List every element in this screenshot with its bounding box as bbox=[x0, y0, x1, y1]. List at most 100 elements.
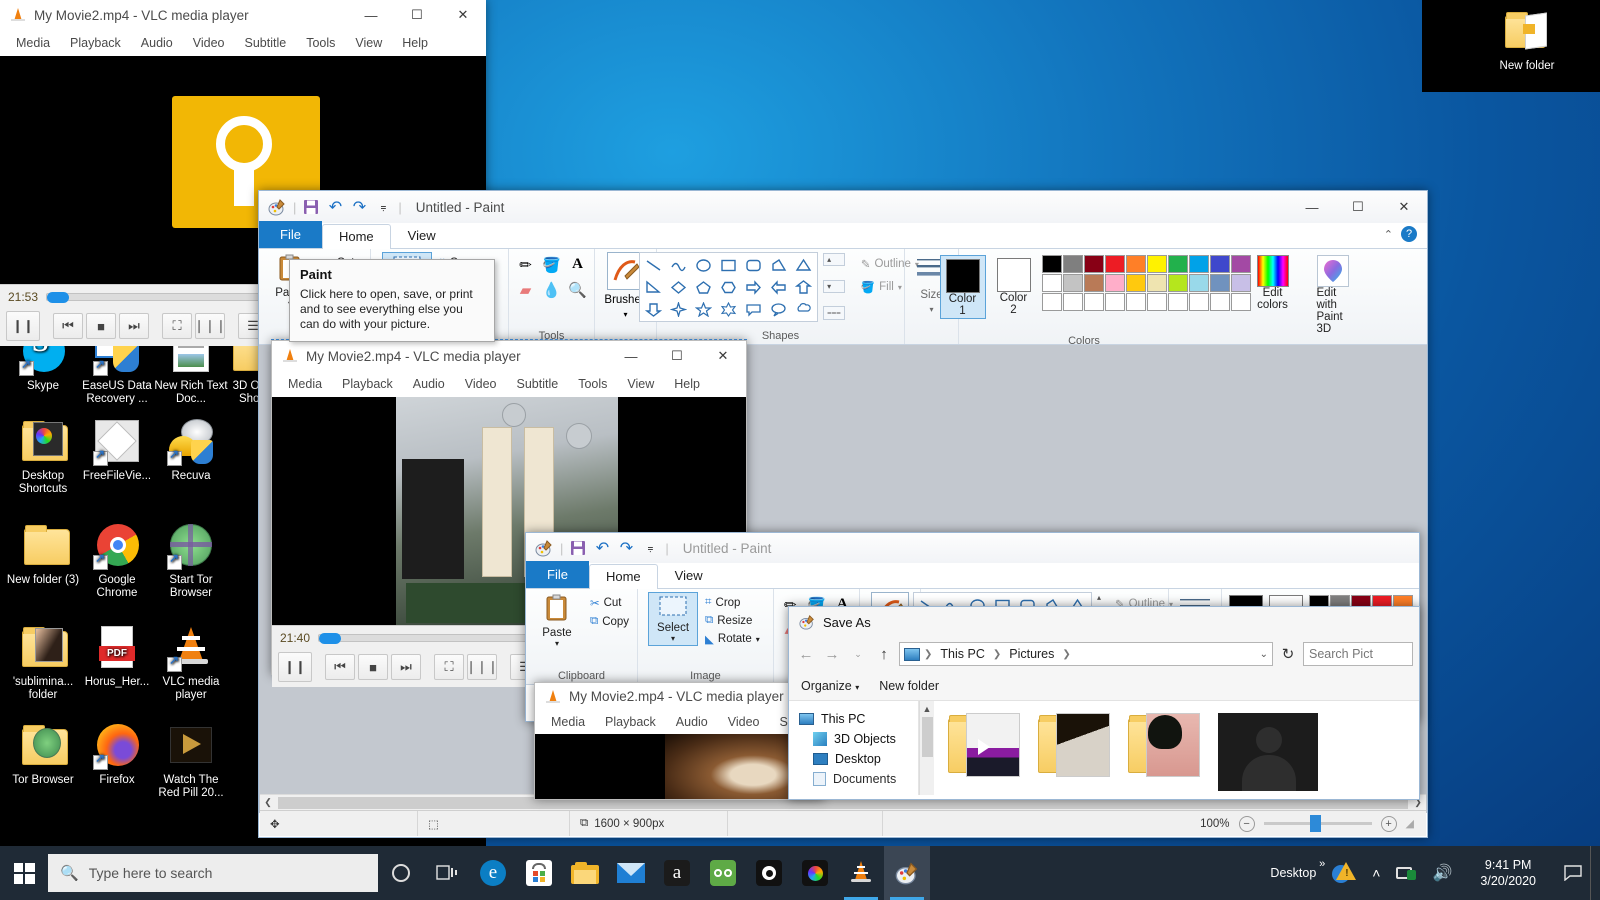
minimize-button[interactable]: — bbox=[1289, 191, 1335, 223]
new-folder-button[interactable]: New folder bbox=[879, 679, 939, 693]
previous-button[interactable]: ⏮ bbox=[325, 654, 355, 680]
shape-left-arrow-icon[interactable] bbox=[766, 276, 791, 298]
palette-swatch-empty[interactable] bbox=[1083, 293, 1104, 311]
desktop-icon-new-folder-3[interactable]: New folder (3) bbox=[6, 522, 80, 587]
palette-swatch[interactable] bbox=[1209, 255, 1230, 273]
shape-right-triangle-icon[interactable] bbox=[641, 276, 666, 298]
palette-swatch[interactable] bbox=[1125, 274, 1146, 292]
navpane-scroll-thumb[interactable] bbox=[922, 717, 933, 757]
shapes-scroll-down-icon[interactable]: ▾ bbox=[823, 279, 845, 293]
palette-swatch[interactable] bbox=[1230, 255, 1251, 273]
palette-swatch[interactable] bbox=[1167, 274, 1188, 292]
desktop-icon-subliminal-folder[interactable]: 'sublimina... folder bbox=[6, 624, 80, 702]
palette-swatch[interactable] bbox=[1146, 255, 1167, 273]
shape-triangle-icon[interactable] bbox=[791, 254, 816, 276]
shape-rounded-rectangle-icon[interactable] bbox=[741, 254, 766, 276]
palette-swatch[interactable] bbox=[1104, 274, 1125, 292]
menu-help[interactable]: Help bbox=[392, 33, 438, 53]
paint3d-icon[interactable] bbox=[1316, 255, 1349, 287]
menu-view[interactable]: View bbox=[617, 374, 664, 394]
fullscreen-button[interactable]: ⛶ bbox=[162, 313, 192, 339]
palette-swatch[interactable] bbox=[1083, 274, 1104, 292]
organize-button[interactable]: Organize ▾ bbox=[801, 679, 859, 693]
file-tile[interactable] bbox=[948, 713, 1022, 799]
vlc3-video-surface[interactable] bbox=[535, 734, 823, 799]
colors-body[interactable]: Color 1 Color 2 Edit colors Edit with Pa… bbox=[939, 252, 1349, 335]
cyberlink-icon[interactable] bbox=[792, 846, 838, 900]
vlc2-menubar[interactable]: Media Playback Audio Video Subtitle Tool… bbox=[272, 371, 746, 397]
palette-swatch[interactable] bbox=[1167, 255, 1188, 273]
next-button[interactable]: ⏭ bbox=[119, 313, 149, 339]
tools-body[interactable]: ✏ 🪣 A ▰ 💧 🔍 bbox=[513, 252, 591, 330]
resize-grip-icon[interactable]: ◢ bbox=[1406, 817, 1414, 830]
action-center-icon[interactable] bbox=[1556, 846, 1590, 900]
desktop-icon-freefileviewer[interactable]: FreeFileVie... bbox=[80, 418, 154, 483]
tab-home[interactable]: Home bbox=[321, 224, 391, 249]
palette-swatch[interactable] bbox=[1125, 255, 1146, 273]
saveas-navigation-pane[interactable]: This PC 3D Objects Desktop Documents bbox=[789, 701, 919, 795]
desktop-icon-watch-the-red-pill[interactable]: Watch The Red Pill 20... bbox=[154, 722, 228, 800]
eraser-icon[interactable]: ▰ bbox=[513, 277, 539, 302]
saveas-titlebar[interactable]: Save As bbox=[789, 607, 1419, 637]
shapes-expand-icon[interactable]: ⩶ bbox=[823, 306, 845, 320]
maximize-button[interactable]: ☐ bbox=[394, 0, 440, 30]
menu-media[interactable]: Media bbox=[6, 33, 60, 53]
vlc-window-3[interactable]: My Movie2.mp4 - VLC media player Media P… bbox=[534, 682, 824, 800]
saveas-body[interactable]: This PC 3D Objects Desktop Documents ▲ bbox=[789, 701, 1419, 795]
palette-swatch[interactable] bbox=[1062, 255, 1083, 273]
desktop-icon-horus-pdf[interactable]: PDF Horus_Her... bbox=[80, 624, 154, 689]
show-desktop-button[interactable] bbox=[1590, 846, 1600, 900]
palette-swatch[interactable] bbox=[1083, 255, 1104, 273]
mail-icon[interactable] bbox=[608, 846, 654, 900]
menu-audio[interactable]: Audio bbox=[403, 374, 455, 394]
menu-video[interactable]: Video bbox=[718, 712, 770, 732]
paint2-quick-access-toolbar[interactable]: | ↶ ↷ ⩦ | Untitled - Paint bbox=[526, 533, 1419, 563]
paint1-quick-access-toolbar[interactable]: | ↶ ↷ ⩦ | Untitled - Paint — ☐ ✕ bbox=[259, 191, 1427, 223]
shape-cloud-callout-icon[interactable] bbox=[791, 298, 816, 320]
undo-icon[interactable]: ↶ bbox=[593, 539, 611, 557]
address-bar[interactable]: ❯ This PC ❯ Pictures ❯ ⌄ bbox=[899, 642, 1273, 666]
zoom-slider-handle[interactable] bbox=[1309, 815, 1321, 832]
saveas-command-bar[interactable]: Organize ▾ New folder bbox=[789, 671, 1419, 701]
zoom-slider[interactable] bbox=[1263, 815, 1372, 832]
vlc-icon[interactable] bbox=[838, 846, 884, 900]
cortana-icon[interactable] bbox=[378, 846, 424, 900]
customize-quick-access-icon[interactable]: ⩦ bbox=[374, 198, 392, 216]
color2-selector[interactable]: Color 2 bbox=[992, 255, 1036, 317]
chevron-down-icon[interactable]: ▾ bbox=[756, 635, 760, 644]
customize-quick-access-icon[interactable]: ⩦ bbox=[641, 539, 659, 557]
breadcrumb-this-pc[interactable]: This PC bbox=[936, 646, 988, 662]
image-body[interactable]: Select ▾ ⌗Crop ⧉Resize ◣Rotate ▾ bbox=[648, 592, 763, 670]
edge-icon[interactable]: e bbox=[470, 846, 516, 900]
palette-swatch-empty[interactable] bbox=[1230, 293, 1251, 311]
fill-with-color-icon[interactable]: 🪣 bbox=[539, 252, 565, 277]
chevron-down-icon[interactable]: ▾ bbox=[929, 305, 933, 314]
shape-five-point-star-icon[interactable] bbox=[691, 298, 716, 320]
warning-icon[interactable]: ! bbox=[1324, 846, 1364, 900]
menu-subtitle[interactable]: Subtitle bbox=[235, 33, 297, 53]
chevron-down-icon[interactable]: ▾ bbox=[555, 639, 559, 648]
redo-icon[interactable]: ↷ bbox=[617, 539, 635, 557]
webcam-icon[interactable] bbox=[746, 846, 792, 900]
vlc1-window-controls[interactable]: — ☐ ✕ bbox=[348, 0, 486, 30]
palette-swatch-empty[interactable] bbox=[1041, 293, 1062, 311]
amazon-icon[interactable]: a bbox=[654, 846, 700, 900]
pencil-icon[interactable]: ✏ bbox=[513, 252, 539, 277]
menu-view[interactable]: View bbox=[345, 33, 392, 53]
system-tray[interactable]: Desktop » ! ˄ 🔊 9:41 PM 3/20/2020 bbox=[1262, 846, 1600, 900]
tab-view[interactable]: View bbox=[391, 223, 453, 248]
paint1-window-controls[interactable]: — ☐ ✕ bbox=[1289, 191, 1427, 223]
menu-help[interactable]: Help bbox=[664, 374, 710, 394]
shape-polygon-icon[interactable] bbox=[766, 254, 791, 276]
desktop-icon-tor-browser-folder[interactable]: Tor Browser bbox=[6, 722, 80, 787]
play-pause-button[interactable]: ❙❙ bbox=[278, 652, 312, 682]
tab-file[interactable]: File bbox=[259, 221, 322, 248]
menu-playback[interactable]: Playback bbox=[60, 33, 131, 53]
paint-icon[interactable] bbox=[884, 846, 930, 900]
tree-item-3d-objects[interactable]: 3D Objects bbox=[797, 729, 918, 749]
desktop-icon-start-tor-browser[interactable]: Start Tor Browser bbox=[154, 522, 228, 600]
resize-button[interactable]: ⧉Resize bbox=[702, 613, 763, 628]
tools-grid[interactable]: ✏ 🪣 A ▰ 💧 🔍 bbox=[513, 252, 591, 302]
shape-up-arrow-icon[interactable] bbox=[791, 276, 816, 298]
shapes-body[interactable]: ▴ ▾ ⩶ ✎ Outline ▾ 🪣 Fill ▾ bbox=[639, 252, 922, 330]
